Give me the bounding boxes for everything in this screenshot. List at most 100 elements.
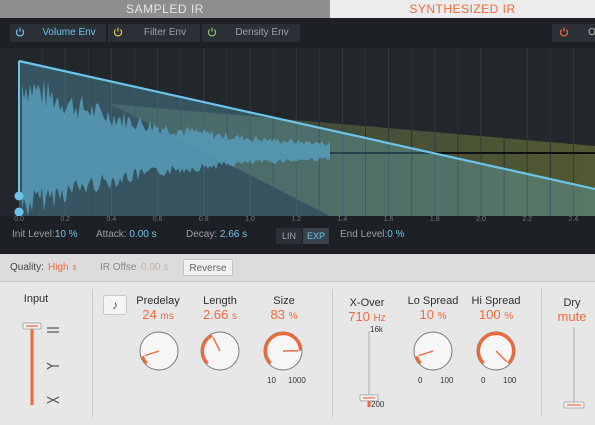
- envelope-tab-bar: Volume Env Filter Env Density Env O: [0, 18, 595, 48]
- axis-tick-label: 1.2: [291, 216, 302, 223]
- quality-value: High: [48, 262, 69, 273]
- size-min: 10: [267, 376, 276, 385]
- axis-tick-label: 2.4: [568, 216, 579, 223]
- hi-spread-unit: %: [504, 311, 514, 322]
- tab-sampled-ir[interactable]: SAMPLED IR: [0, 0, 330, 18]
- init-level[interactable]: Init Level:10 %: [12, 229, 78, 240]
- power-icon[interactable]: [206, 26, 218, 38]
- size-unit: %: [288, 311, 298, 322]
- reverse-button[interactable]: Reverse: [183, 259, 233, 276]
- quality-label: Quality:: [10, 262, 44, 273]
- axis-tick-label: 0.2: [60, 216, 71, 223]
- decay-label: Decay:: [186, 229, 218, 240]
- chevron-updown-icon: ⇕: [71, 265, 78, 272]
- tab-volume-env[interactable]: Volume Env: [10, 24, 106, 42]
- axis-tick-label: 1.8: [429, 216, 440, 223]
- size-max: 1000: [288, 376, 306, 385]
- size-knob[interactable]: [259, 327, 307, 375]
- exp-button[interactable]: EXP: [303, 228, 329, 244]
- axis-tick-label: 1.4: [337, 216, 348, 223]
- space-designer-window: SAMPLED IR SYNTHESIZED IR Volume Env Fil…: [0, 0, 595, 425]
- end-level-value[interactable]: 0 %: [387, 229, 404, 240]
- axis-tick-label: 0.4: [106, 216, 117, 223]
- dry-label: Dry: [563, 297, 581, 309]
- axis-tick-label: 2.0: [476, 216, 486, 223]
- axis-tick-label: 2.2: [522, 216, 533, 223]
- swap-route-icon[interactable]: [46, 395, 60, 405]
- axis-tick-label: 1.0: [245, 216, 255, 223]
- power-icon[interactable]: [112, 26, 124, 38]
- tab-volume-env-label: Volume Env: [42, 27, 96, 38]
- xover-unit: Hz: [373, 313, 386, 324]
- hi-spread-knob[interactable]: [472, 327, 520, 375]
- quality-select[interactable]: High ⇕: [48, 262, 77, 273]
- axis-tick-label: 0.8: [198, 216, 209, 223]
- hi-spread-label: Hi Spread: [471, 295, 521, 307]
- lo-spread-value[interactable]: 10 %: [402, 307, 464, 322]
- length-label: Length: [203, 295, 237, 307]
- lo-spread-knob[interactable]: [409, 327, 457, 375]
- length-value[interactable]: 2.66 s: [186, 307, 254, 322]
- hi-spread-value[interactable]: 100 %: [464, 307, 528, 322]
- size-value[interactable]: 83 %: [250, 307, 318, 322]
- decay[interactable]: Decay: 2.66 s: [186, 229, 247, 240]
- axis-tick-label: 1.6: [383, 216, 394, 223]
- size-label: Size: [273, 295, 295, 307]
- tab-density-env[interactable]: Density Env: [202, 24, 300, 42]
- power-icon[interactable]: [14, 26, 26, 38]
- hi-spread-min: 0: [481, 376, 486, 385]
- tab-filter-env-label: Filter Env: [143, 27, 187, 38]
- ir-offset-label: IR Offse: [100, 262, 137, 273]
- input-label: Input: [23, 293, 49, 305]
- ir-offset-value[interactable]: 0.00 s: [141, 262, 168, 273]
- impulse-response-plot[interactable]: [0, 48, 595, 216]
- lin-button[interactable]: LIN: [276, 228, 302, 244]
- tab-output-env-partial[interactable]: O: [552, 24, 595, 42]
- note-icon: ♪: [112, 298, 118, 312]
- attack-value[interactable]: 0.00 s: [129, 229, 156, 240]
- predelay-label: Predelay: [136, 295, 180, 307]
- envelope-display: Volume Env Filter Env Density Env O 0.0 …: [0, 18, 595, 254]
- tab-density-env-label: Density Env: [235, 27, 289, 38]
- hi-spread-max: 100: [503, 376, 517, 385]
- input-slider[interactable]: [22, 321, 42, 407]
- predelay-unit: ms: [160, 311, 174, 322]
- predelay-value[interactable]: 24 ms: [124, 307, 192, 322]
- tab-synthesized-ir[interactable]: SYNTHESIZED IR: [330, 0, 595, 18]
- end-level-label: End Level:: [340, 229, 388, 240]
- lo-spread-unit: %: [437, 311, 447, 322]
- end-level[interactable]: End Level:0 %: [340, 229, 405, 240]
- xover-value[interactable]: 710 Hz: [336, 309, 398, 324]
- tab-output-env-label: O: [588, 27, 595, 38]
- merge-route-icon[interactable]: [46, 361, 60, 371]
- dry-value[interactable]: mute: [552, 309, 592, 324]
- power-icon[interactable]: [558, 26, 570, 38]
- length-number: 2.66: [203, 307, 229, 322]
- equal-route-icon[interactable]: [46, 325, 60, 335]
- init-level-label: Init Level:: [12, 229, 55, 240]
- xover-number: 710: [348, 309, 370, 324]
- tab-filter-env[interactable]: Filter Env: [108, 24, 200, 42]
- divider: [92, 289, 93, 417]
- envelope-params: Init Level:10 % Attack: 0.00 s Decay: 2.…: [0, 226, 595, 248]
- attack[interactable]: Attack: 0.00 s: [96, 229, 157, 240]
- hi-spread-number: 100: [478, 307, 501, 322]
- divider: [541, 289, 542, 417]
- axis-tick-label: 0.6: [152, 216, 163, 223]
- xover-slider[interactable]: [359, 327, 379, 409]
- dry-slider[interactable]: [563, 325, 585, 411]
- curve-mode-switch: LIN EXP: [276, 228, 330, 244]
- decay-value[interactable]: 2.66 s: [220, 229, 247, 240]
- init-level-value[interactable]: 10 %: [55, 229, 78, 240]
- main-controls: Input ♪ Predelay 24 ms Length 2.66 s Siz…: [0, 283, 595, 425]
- predelay-knob[interactable]: [135, 327, 183, 375]
- lo-spread-min: 0: [418, 376, 423, 385]
- time-axis: 0.0 0.2 0.4 0.6 0.8 1.0 1.2 1.4 1.6 1.8 2.0 2.2 2.4: [0, 216, 595, 226]
- lo-spread-label: Lo Spread: [407, 295, 459, 307]
- size-number: 83: [270, 307, 285, 322]
- quality-bar: Quality: High ⇕ IR Offse 0.00 s Reverse: [0, 254, 595, 282]
- length-unit: s: [231, 311, 237, 322]
- length-knob[interactable]: [196, 327, 244, 375]
- axis-tick-label: 0.0: [14, 216, 24, 223]
- attack-handle[interactable]: [14, 191, 24, 201]
